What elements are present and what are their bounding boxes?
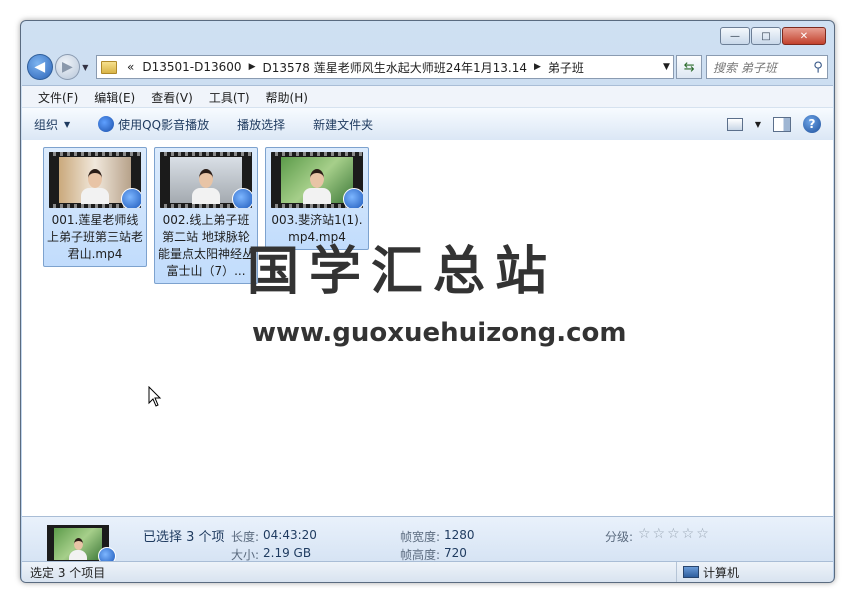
video-thumbnail	[271, 152, 363, 208]
toolbar-right: ▼ ?	[726, 115, 833, 133]
breadcrumb-item[interactable]: D13501-D13600	[138, 60, 245, 74]
address-dropdown-icon[interactable]: ▼	[659, 62, 673, 72]
rating-stars[interactable]: ☆☆☆☆☆	[638, 526, 711, 542]
recent-pages-dropdown[interactable]: ▼	[82, 63, 92, 72]
search-input[interactable]: 搜索 弟子班	[707, 59, 809, 76]
minimize-button[interactable]: —	[720, 27, 750, 45]
selected-count: 已选择 3 个项	[143, 530, 225, 545]
length-label: 长度:	[231, 530, 260, 544]
video-thumbnail	[49, 152, 141, 208]
forward-button[interactable]: ▶	[54, 54, 81, 80]
qq-player-badge-icon	[232, 188, 252, 208]
organize-button[interactable]: 组织 ▼	[34, 116, 70, 133]
refresh-button[interactable]: ⇆	[676, 55, 703, 79]
frame-width-label: 帧宽度:	[400, 530, 441, 544]
watermark-url: www.guoxuehuizong.com	[252, 318, 627, 348]
length-value: 04:43:20	[263, 528, 317, 542]
computer-icon	[683, 566, 699, 578]
file-item[interactable]: 002.线上弟子班第二站 地球脉轮能量点太阳神经丛 富士山（7）...	[154, 147, 258, 284]
video-thumbnail	[160, 152, 252, 208]
menu-tools[interactable]: 工具(T)	[209, 89, 250, 106]
details-pane: 已选择 3 个项 长度: 04:43:20 大小: 2.19 GB 帧宽度: 1…	[22, 516, 833, 567]
watermark-title: 国学汇总站	[247, 242, 558, 302]
breadcrumb-item[interactable]: D13578 莲星老师风生水起大师班24年1月13.14	[258, 59, 531, 76]
breadcrumb-item[interactable]: 弟子班	[544, 59, 588, 76]
qq-player-badge-icon	[343, 188, 363, 208]
caption-buttons: — □ ✕	[720, 27, 826, 45]
play-with-qq-button[interactable]: 使用QQ影音播放	[98, 116, 209, 133]
menu-file[interactable]: 文件(F)	[38, 89, 78, 106]
size-value: 2.19 GB	[263, 546, 312, 560]
file-name: 001.莲星老师线上弟子班第三站老君山.mp4	[47, 213, 144, 261]
qq-player-icon	[98, 116, 115, 132]
rating-label: 分级:	[605, 530, 634, 544]
play-selection-label: 播放选择	[237, 117, 286, 132]
qq-player-badge-icon	[121, 188, 141, 208]
organize-label: 组织	[34, 117, 59, 132]
close-button[interactable]: ✕	[782, 27, 826, 45]
maximize-button[interactable]: □	[751, 27, 781, 45]
chevron-down-icon: ▼	[64, 119, 71, 129]
status-bar: 选定 3 个项目 计算机	[22, 561, 833, 582]
view-dropdown-icon[interactable]: ▼	[755, 120, 761, 129]
status-selection-text: 选定 3 个项目	[30, 565, 106, 580]
breadcrumb-separator-icon[interactable]: ▶	[531, 62, 544, 72]
menu-view[interactable]: 查看(V)	[151, 89, 193, 106]
command-bar: 组织 ▼ 使用QQ影音播放 播放选择 新建文件夹 ▼ ?	[22, 107, 833, 141]
new-folder-button[interactable]: 新建文件夹	[313, 116, 373, 133]
folder-icon	[101, 60, 118, 74]
breadcrumb-separator-icon[interactable]: ▶	[246, 62, 259, 72]
back-button[interactable]: ◀	[27, 54, 53, 80]
play-with-qq-label: 使用QQ影音播放	[118, 117, 210, 132]
frame-height-value: 720	[444, 546, 467, 560]
file-name: 002.线上弟子班第二站 地球脉轮能量点太阳神经丛 富士山（7）...	[158, 213, 255, 278]
status-location: 计算机	[676, 562, 833, 582]
help-icon[interactable]: ?	[803, 115, 821, 133]
change-view-icon[interactable]	[726, 117, 743, 131]
address-bar[interactable]: « D13501-D13600 ▶ D13578 莲星老师风生水起大师班24年1…	[96, 55, 675, 79]
play-selection-button[interactable]: 播放选择	[237, 116, 285, 133]
navigation-bar: ◀ ▶ ▼ « D13501-D13600 ▶ D13578 莲星老师风生水起大…	[27, 53, 829, 81]
menu-bar: 文件(F) 编辑(E) 查看(V) 工具(T) 帮助(H)	[22, 85, 833, 108]
file-item[interactable]: 001.莲星老师线上弟子班第三站老君山.mp4	[43, 147, 147, 267]
menu-edit[interactable]: 编辑(E)	[94, 89, 135, 106]
breadcrumb-overflow[interactable]: «	[123, 60, 138, 74]
new-folder-label: 新建文件夹	[313, 117, 374, 132]
preview-pane-icon[interactable]	[773, 116, 791, 132]
status-location-label: 计算机	[703, 565, 740, 580]
menu-help[interactable]: 帮助(H)	[266, 89, 308, 106]
search-box[interactable]: 搜索 弟子班 ⚲	[706, 55, 829, 79]
mouse-cursor-icon	[148, 386, 162, 407]
frame-width-value: 1280	[444, 528, 475, 542]
search-icon[interactable]: ⚲	[809, 60, 827, 75]
